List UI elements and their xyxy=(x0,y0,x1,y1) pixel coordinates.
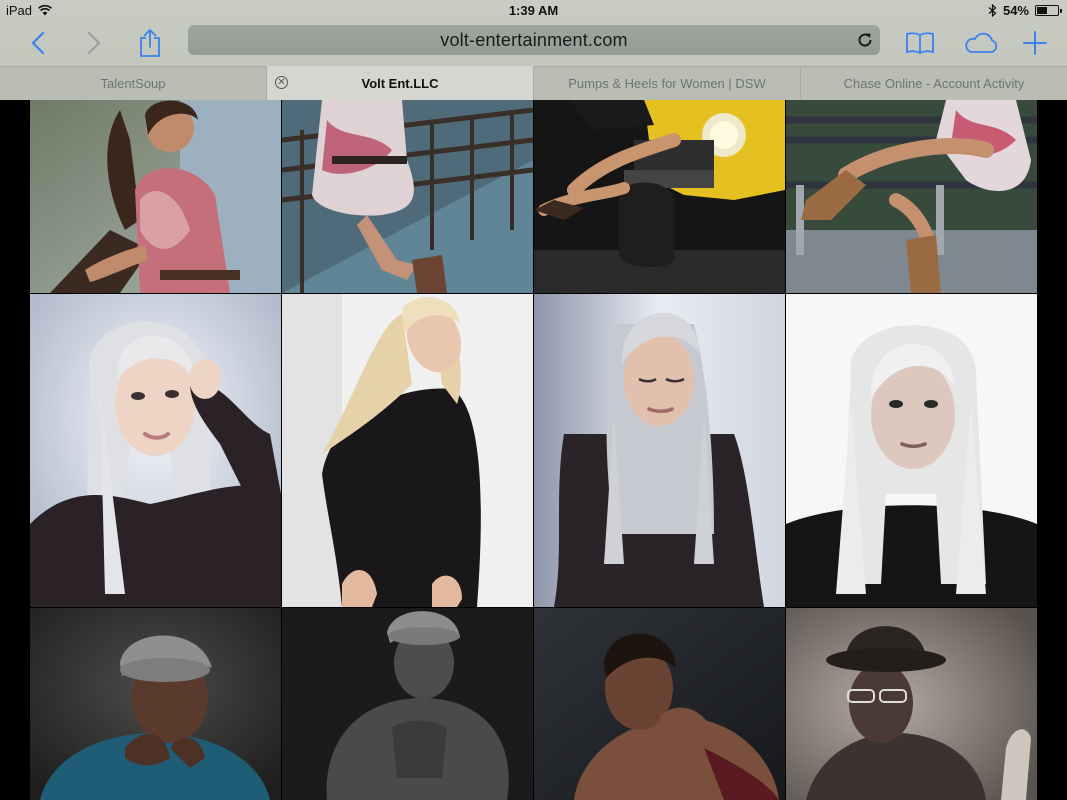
bluetooth-icon xyxy=(988,4,997,17)
bookmarks-button[interactable] xyxy=(902,26,938,60)
tab-label: Pumps & Heels for Women | DSW xyxy=(568,76,766,91)
address-bar[interactable]: volt-entertainment.com xyxy=(188,25,880,55)
battery-icon xyxy=(1035,5,1062,16)
book-icon xyxy=(906,32,934,54)
chevron-left-icon xyxy=(31,31,45,55)
tab-label: Chase Online - Account Activity xyxy=(843,76,1025,91)
photo-blonde-eyes-closed[interactable] xyxy=(534,294,785,607)
back-button[interactable] xyxy=(20,26,56,60)
photo-woman-floral-dress-sitting[interactable] xyxy=(30,100,281,293)
photo-blonde-leaning-wall[interactable] xyxy=(282,294,533,607)
plus-icon xyxy=(1023,31,1047,55)
photo-man-flat-cap-blue-sweater[interactable] xyxy=(30,608,281,800)
photo-man-shirtless-profile[interactable] xyxy=(534,608,785,800)
tab-label: TalentSoup xyxy=(100,76,166,91)
web-page xyxy=(0,100,1067,800)
tab-label: Volt Ent.LLC xyxy=(361,75,439,91)
tab-chase[interactable]: Chase Online - Account Activity xyxy=(801,66,1067,100)
photo-blonde-hand-in-hair[interactable] xyxy=(30,294,281,607)
tab-volt-ent[interactable]: ✕ Volt Ent.LLC xyxy=(267,66,534,100)
share-icon xyxy=(140,29,160,57)
new-tab-button[interactable] xyxy=(1017,26,1053,60)
icloud-tabs-button[interactable] xyxy=(960,26,1002,60)
battery-percent: 54% xyxy=(1002,3,1029,18)
browser-chrome: iPad 1:39 AM 54% volt-entertainment.com … xyxy=(0,0,1067,100)
tab-dsw[interactable]: Pumps & Heels for Women | DSW xyxy=(534,66,801,100)
photo-blonde-portrait-bw[interactable] xyxy=(786,294,1037,607)
photo-gallery xyxy=(30,100,1037,800)
chevron-right-icon xyxy=(87,31,101,55)
toolbar: volt-entertainment.com xyxy=(0,22,1067,66)
tab-bar: TalentSoup ✕ Volt Ent.LLC Pumps & Heels … xyxy=(0,66,1067,100)
photo-man-cap-shirtless[interactable] xyxy=(282,608,533,800)
photo-man-fedora-glasses[interactable] xyxy=(786,608,1037,800)
cloud-icon xyxy=(965,32,998,53)
photo-woman-floral-dress-bridge[interactable] xyxy=(282,100,533,293)
photo-legs-yellow-jeep[interactable] xyxy=(534,100,785,293)
share-button[interactable] xyxy=(132,26,168,60)
url-text: volt-entertainment.com xyxy=(440,29,628,50)
reload-icon[interactable] xyxy=(856,31,874,49)
photo-woman-boots-bench[interactable] xyxy=(786,100,1037,293)
close-tab-icon[interactable]: ✕ xyxy=(275,76,288,89)
status-bar: iPad 1:39 AM 54% xyxy=(0,0,1067,22)
forward-button[interactable] xyxy=(76,26,112,60)
clock: 1:39 AM xyxy=(508,3,559,18)
tab-talentsoup[interactable]: TalentSoup xyxy=(0,66,267,100)
